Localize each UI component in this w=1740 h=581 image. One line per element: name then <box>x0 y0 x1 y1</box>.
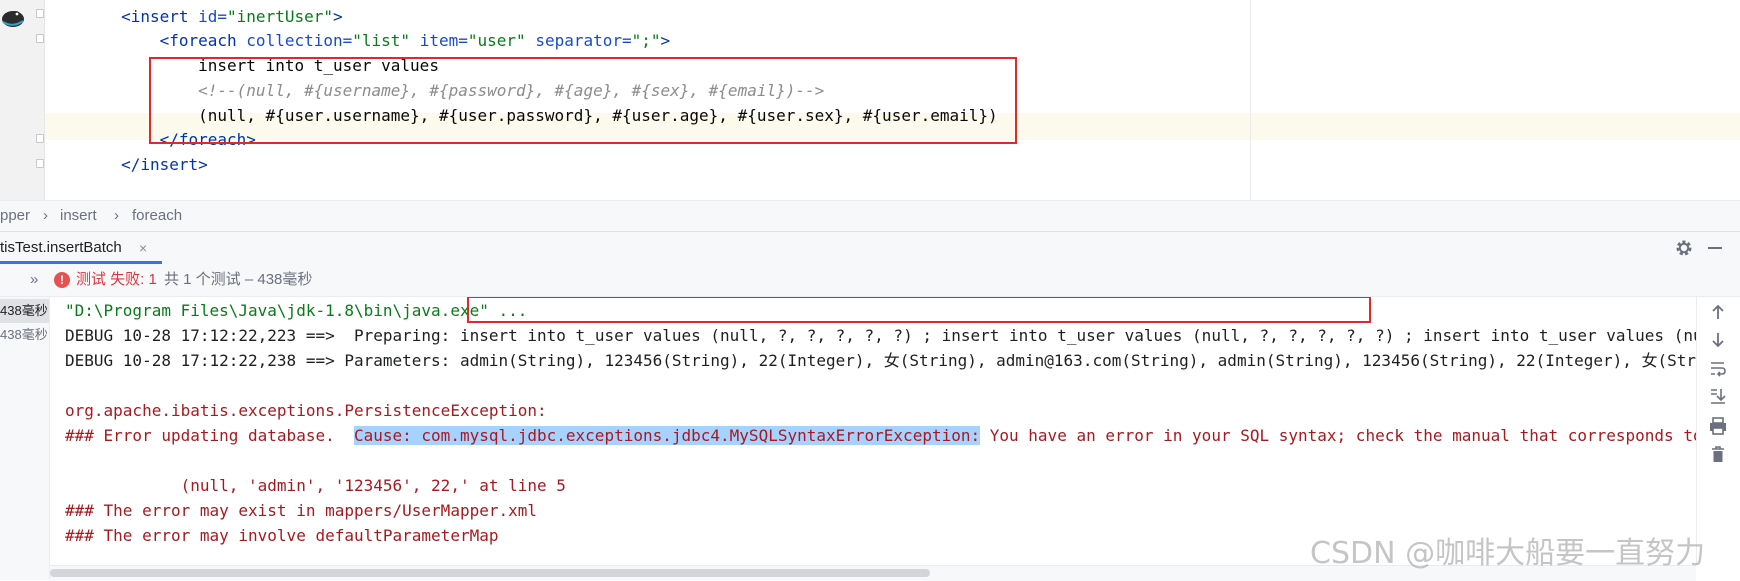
breadcrumb-separator: › <box>114 207 119 224</box>
fold-marker-icon[interactable] <box>36 159 44 168</box>
code-token: "inertUser" <box>227 7 333 26</box>
code-line: </insert> <box>44 151 208 178</box>
code-line: <insert id="inertUser"> <box>44 3 343 30</box>
console-line: org.apache.ibatis.exceptions.Persistence… <box>65 401 557 420</box>
gear-icon[interactable] <box>1673 237 1695 259</box>
scroll-down-icon[interactable] <box>1707 329 1729 351</box>
fold-marker-icon[interactable] <box>36 134 44 143</box>
watermark: CSDN @咖啡大船要一直努力 <box>1310 536 1706 571</box>
test-tree-item[interactable]: 438毫秒 <box>0 299 49 323</box>
breadcrumb-item[interactable]: foreach <box>132 201 182 230</box>
console-line: ### Error updating database. Cause: com.… <box>65 422 1696 449</box>
code-token: </insert> <box>121 155 208 174</box>
code-token: separator= <box>535 31 632 50</box>
trash-icon[interactable] <box>1707 443 1729 465</box>
breadcrumb-separator: › <box>43 207 48 224</box>
code-token: <insert <box>121 7 199 26</box>
sql-statement-rest: insert into t_user values (null, ?, ?, ?… <box>1423 326 1696 345</box>
breadcrumb-item[interactable]: insert <box>60 201 97 230</box>
annotation-box <box>149 57 1017 144</box>
sql-statement: insert into t_user values (null, ?, ?, ?… <box>459 326 1414 345</box>
fold-marker-icon[interactable] <box>36 9 44 18</box>
code-token: <foreach <box>159 31 247 50</box>
error-message: You have an error in your SQL syntax; ch… <box>989 426 1696 445</box>
code-token: "list" <box>352 31 420 50</box>
test-duration: 438毫秒 <box>0 327 48 342</box>
console-line: (null, 'admin', '123456', 22,' at line 5 <box>65 476 566 495</box>
console-line: "D:\Program Files\Java\jdk-1.8\bin\java.… <box>65 301 528 320</box>
code-token: item= <box>419 31 468 50</box>
soft-wrap-icon[interactable] <box>1707 357 1729 379</box>
more-actions-chevron-icon[interactable]: » <box>30 264 38 296</box>
log-prefix: DEBUG 10-28 17:12:22,223 ==> Preparing: <box>65 326 460 345</box>
code-line: <foreach collection="list" item="user" s… <box>44 27 671 54</box>
tab-run-config[interactable]: tisTest.insertBatch × <box>0 232 147 264</box>
code-token: id= <box>198 7 228 26</box>
console-line: DEBUG 10-28 17:12:22,238 ==> Parameters:… <box>65 351 1696 370</box>
avatar-icon <box>2 11 24 27</box>
scroll-up-icon[interactable] <box>1707 301 1729 323</box>
minimize-icon[interactable] <box>1708 247 1722 249</box>
code-token: "user" <box>467 31 536 50</box>
fold-marker-icon[interactable] <box>36 34 44 43</box>
error-prefix: ### Error updating database. <box>65 426 354 445</box>
annotation-box <box>467 297 1371 323</box>
console-line: ### The error may exist in mappers/UserM… <box>65 501 538 520</box>
breadcrumb-item[interactable]: pper <box>0 201 30 230</box>
selected-text: Cause: com.mysql.jdbc.exceptions.jdbc4.M… <box>353 426 981 445</box>
code-token: > <box>660 31 671 50</box>
scroll-to-end-icon[interactable] <box>1707 385 1729 407</box>
code-token: > <box>333 7 343 26</box>
test-status-bar: » ! 测试 失败: 1 共 1 个测试 – 438毫秒 <box>0 264 1740 297</box>
test-summary-text: 共 1 个测试 – 438毫秒 <box>164 271 313 288</box>
console-output[interactable]: "D:\Program Files\Java\jdk-1.8\bin\java.… <box>50 297 1696 565</box>
breadcrumb: pper › insert › foreach <box>0 200 1740 231</box>
close-icon[interactable]: × <box>139 232 147 264</box>
tab-label: tisTest.insertBatch <box>0 239 122 256</box>
console-line: DEBUG 10-28 17:12:22,223 ==> Preparing: … <box>65 322 1696 349</box>
editor-gutter <box>0 0 45 200</box>
run-tab-bar: tisTest.insertBatch × <box>0 231 1740 264</box>
fail-status-text: 测试 失败: 1 <box>76 271 157 288</box>
print-icon[interactable] <box>1707 415 1729 437</box>
test-duration: 438毫秒 <box>0 303 48 318</box>
right-margin-guide <box>1250 0 1251 200</box>
fail-icon: ! <box>54 272 70 288</box>
code-editor[interactable]: <insert id="inertUser"> <foreach collect… <box>0 0 1740 200</box>
scrollbar-thumb[interactable] <box>50 569 930 577</box>
code-token: collection= <box>246 31 353 50</box>
console-line: ### The error may involve defaultParamet… <box>65 526 499 545</box>
test-tree-item[interactable]: 438毫秒 <box>0 323 49 347</box>
code-token: ";" <box>631 31 661 50</box>
test-tree: 438毫秒 438毫秒 <box>0 297 50 580</box>
